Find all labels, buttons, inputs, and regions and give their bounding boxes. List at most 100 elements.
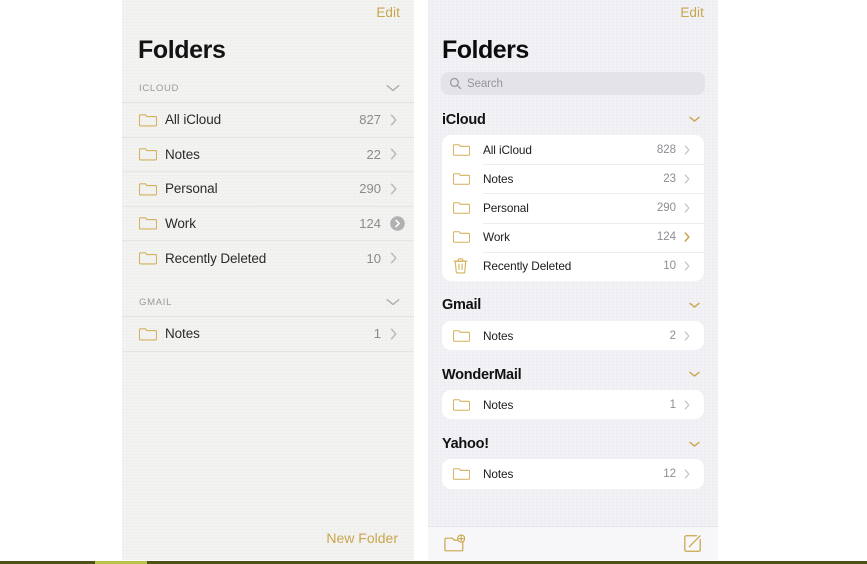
chevron-right-icon[interactable] xyxy=(684,330,694,341)
screenshot-stage: Edit Folders ICLOUD All iCloud 827 Notes 22 P… xyxy=(0,0,867,564)
page-title: Folders xyxy=(442,36,529,64)
folder-icon xyxy=(453,143,483,157)
folder-count: 124 xyxy=(359,215,381,231)
section-header-label: Gmail xyxy=(442,297,482,314)
chevron-right-icon[interactable] xyxy=(684,400,694,410)
search-field[interactable]: Search xyxy=(441,72,705,95)
folder-icon xyxy=(139,327,165,341)
chevron-down-icon[interactable] xyxy=(689,302,700,308)
folder-count: 828 xyxy=(656,143,676,156)
folder-name: Work xyxy=(165,215,196,231)
chevron-down-icon[interactable] xyxy=(386,84,400,92)
chevron-right-icon[interactable] xyxy=(684,232,694,242)
folder-row[interactable]: Notes 12 xyxy=(442,459,704,488)
folder-row[interactable]: Work 124 xyxy=(442,222,704,252)
chevron-right-icon[interactable] xyxy=(390,183,402,195)
chevron-right-icon[interactable] xyxy=(390,114,402,126)
folder-name: Notes xyxy=(483,466,514,481)
section-header-icloud[interactable]: ICLOUD xyxy=(122,75,414,103)
folder-count: 2 xyxy=(669,329,676,342)
folders-panel-modern: Edit Folders Search iCloud All iCloud 828 N… xyxy=(428,0,718,560)
folder-name: Notes xyxy=(165,146,200,162)
folder-icon xyxy=(139,113,165,127)
trash-icon xyxy=(453,258,483,274)
folder-icon xyxy=(139,182,165,196)
chevron-right-icon[interactable] xyxy=(684,203,694,213)
edit-button[interactable]: Edit xyxy=(680,5,704,20)
search-icon xyxy=(449,77,462,90)
folder-count: 1 xyxy=(373,326,381,342)
chevron-right-icon[interactable] xyxy=(684,145,694,155)
section-header-wondermail[interactable]: WonderMail xyxy=(428,359,718,390)
folder-card: Notes 12 xyxy=(442,459,704,489)
folder-row[interactable]: Personal 290 xyxy=(122,172,414,207)
folder-row[interactable]: Notes 1 xyxy=(442,390,704,419)
chevron-down-icon[interactable] xyxy=(689,116,700,123)
chevron-right-icon[interactable] xyxy=(684,261,694,271)
folder-icon xyxy=(453,172,483,186)
page-title: Folders xyxy=(138,36,226,64)
folder-count: 12 xyxy=(663,467,676,480)
folder-name: Notes xyxy=(165,326,200,342)
chevron-right-icon[interactable] xyxy=(684,469,694,479)
folder-name: All iCloud xyxy=(165,112,222,128)
section-header-label: GMAIL xyxy=(139,296,173,308)
section-header-yahoo[interactable]: Yahoo! xyxy=(428,428,718,459)
chevron-down-icon[interactable] xyxy=(386,298,400,306)
section-header-gmail[interactable]: GMAIL xyxy=(122,289,414,317)
list-bottom-divider xyxy=(122,351,414,352)
folder-row[interactable]: All iCloud 827 xyxy=(122,103,414,138)
folder-icon xyxy=(453,467,483,481)
new-folder-button[interactable]: New Folder xyxy=(326,530,398,546)
folder-card: Notes 2 xyxy=(442,320,704,351)
folder-count: 827 xyxy=(359,112,381,128)
folder-row[interactable]: All iCloud 828 xyxy=(442,135,704,164)
folder-group: iCloud All iCloud 828 Notes 23 Personal 290 Wor… xyxy=(428,104,718,281)
folder-count: 10 xyxy=(366,250,381,266)
folder-row[interactable]: Notes 2 xyxy=(442,321,704,350)
folder-name: Notes xyxy=(483,171,514,186)
edit-button[interactable]: Edit xyxy=(376,5,400,20)
section-header-label: ICLOUD xyxy=(139,83,180,94)
folder-row[interactable]: Personal 290 xyxy=(442,193,704,222)
folder-icon xyxy=(453,230,483,244)
folder-name: Personal xyxy=(165,181,218,197)
folder-name: Notes xyxy=(483,397,514,412)
folder-name: Work xyxy=(483,230,510,245)
folder-name: All iCloud xyxy=(483,142,532,157)
folders-group-list: iCloud All iCloud 828 Notes 23 Personal 290 Wor… xyxy=(428,104,718,498)
folder-card: All iCloud 828 Notes 23 Personal 290 Work 124 Re… xyxy=(442,135,704,281)
folder-count: 124 xyxy=(656,231,676,244)
chevron-right-icon[interactable] xyxy=(390,148,402,160)
folder-group: Yahoo! Notes 12 xyxy=(428,428,718,489)
section-header-label: iCloud xyxy=(442,111,486,128)
folder-count: 22 xyxy=(366,146,381,162)
section-header-label: Yahoo! xyxy=(442,435,489,452)
folder-row[interactable]: Notes 23 xyxy=(442,164,704,193)
folder-count: 23 xyxy=(663,172,676,185)
folder-row[interactable]: Work 124 xyxy=(122,207,414,241)
section-header-gmail[interactable]: Gmail xyxy=(428,290,718,321)
compose-square-pencil-icon[interactable] xyxy=(683,534,702,553)
search-placeholder: Search xyxy=(467,77,503,90)
folder-icon xyxy=(453,201,483,215)
folder-name: Recently Deleted xyxy=(165,250,267,266)
folder-row[interactable]: Notes 1 xyxy=(122,317,414,352)
chevron-right-circle-filled-icon[interactable] xyxy=(390,215,405,231)
folder-row[interactable]: Recently Deleted 10 xyxy=(122,241,414,276)
bottom-toolbar xyxy=(428,526,718,560)
folder-row[interactable]: Notes 22 xyxy=(122,138,414,172)
chevron-down-icon[interactable] xyxy=(689,371,700,378)
folder-row[interactable]: Recently Deleted 10 xyxy=(442,251,704,281)
folder-name: Notes xyxy=(483,328,514,343)
section-header-label: WonderMail xyxy=(442,366,522,383)
chevron-right-icon[interactable] xyxy=(390,252,402,264)
section-header-icloud[interactable]: iCloud xyxy=(428,104,718,135)
folder-count: 1 xyxy=(669,398,676,411)
folder-icon xyxy=(453,398,483,412)
chevron-down-icon[interactable] xyxy=(689,441,700,447)
chevron-right-icon[interactable] xyxy=(390,328,402,340)
chevron-right-icon[interactable] xyxy=(684,174,694,184)
folder-count: 290 xyxy=(656,201,676,214)
folder-plus-icon[interactable] xyxy=(444,534,465,553)
